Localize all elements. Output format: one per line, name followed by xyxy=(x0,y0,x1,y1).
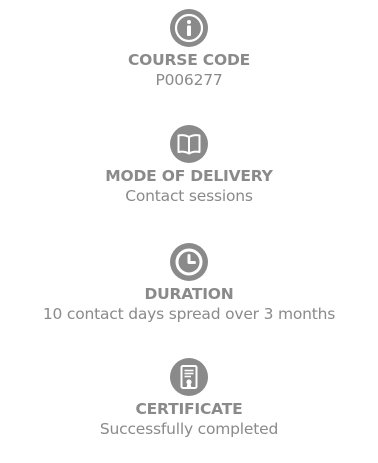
course-info-list: COURSE CODE P006277 MODE OF DELIVERY Con… xyxy=(0,0,378,463)
course-code-value: P006277 xyxy=(155,71,223,89)
duration-label: DURATION xyxy=(144,285,234,303)
course-code-item: COURSE CODE P006277 xyxy=(0,8,378,91)
mode-of-delivery-item: MODE OF DELIVERY Contact sessions xyxy=(0,124,378,207)
book-icon xyxy=(169,124,209,164)
course-code-label: COURSE CODE xyxy=(127,51,251,69)
duration-value: 10 contact days spread over 3 months xyxy=(42,305,336,323)
mode-of-delivery-value: Contact sessions xyxy=(125,187,253,205)
info-icon xyxy=(169,8,209,48)
mode-of-delivery-label: MODE OF DELIVERY xyxy=(105,167,273,185)
certificate-item: CERTIFICATE Successfully completed xyxy=(0,357,378,440)
certificate-label: CERTIFICATE xyxy=(135,400,243,418)
certificate-icon xyxy=(169,357,209,397)
clock-icon xyxy=(169,242,209,282)
duration-item: DURATION 10 contact days spread over 3 m… xyxy=(0,242,378,325)
certificate-value: Successfully completed xyxy=(99,420,279,438)
